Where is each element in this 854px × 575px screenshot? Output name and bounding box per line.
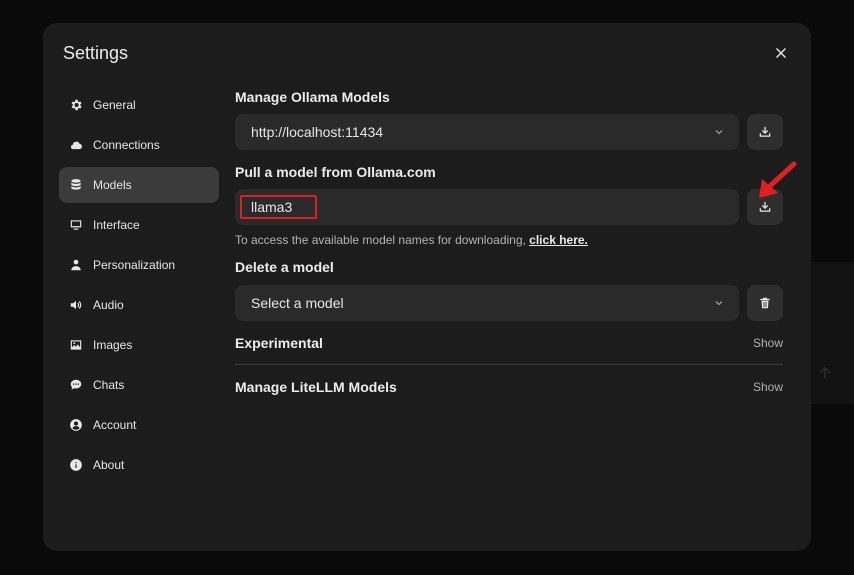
sidebar-item-interface[interactable]: Interface: [59, 207, 219, 243]
sidebar-item-label: General: [93, 98, 136, 112]
sidebar-item-general[interactable]: General: [59, 87, 219, 123]
modal-title: Settings: [63, 43, 129, 63]
pull-model-hint: To access the available model names for …: [235, 233, 783, 247]
info-icon: [69, 458, 83, 472]
pull-model-title: Pull a model from Ollama.com: [235, 164, 436, 180]
delete-model-placeholder: Select a model: [251, 295, 344, 311]
chevron-down-icon: [715, 130, 723, 135]
sidebar-item-label: Personalization: [93, 258, 176, 272]
delete-model-button[interactable]: [747, 285, 783, 321]
sidebar-item-images[interactable]: Images: [59, 327, 219, 363]
sidebar-item-label: Chats: [93, 378, 125, 392]
model-tag-input[interactable]: llama3: [235, 189, 739, 225]
update-models-button[interactable]: [747, 114, 783, 150]
sidebar-item-label: Images: [93, 338, 133, 352]
sidebar-item-label: Models: [93, 178, 132, 192]
trash-icon: [760, 297, 770, 309]
sidebar-item-personalization[interactable]: Personalization: [59, 247, 219, 283]
speaker-icon: [69, 298, 83, 312]
ollama-url-select[interactable]: http://localhost:11434: [235, 114, 739, 150]
sidebar-item-about[interactable]: About: [59, 447, 219, 483]
annotation-highlight-box: [240, 195, 317, 219]
sidebar-item-audio[interactable]: Audio: [59, 287, 219, 323]
section-divider: [235, 364, 783, 365]
experimental-row: Experimental Show: [235, 335, 783, 351]
settings-modal: Settings General Connections Models Inte…: [43, 23, 811, 551]
database-icon: [69, 178, 83, 192]
user-icon: [69, 258, 83, 272]
user-circle-icon: [69, 418, 83, 432]
experimental-title: Experimental: [235, 335, 323, 351]
sidebar-item-label: About: [93, 458, 125, 472]
ollama-url-value: http://localhost:11434: [251, 124, 384, 140]
monitor-icon: [69, 218, 83, 232]
hint-text: To access the available model names for …: [235, 233, 530, 247]
close-button[interactable]: [771, 43, 791, 63]
cloud-icon: [69, 138, 83, 152]
scroll-up-icon: [816, 364, 834, 382]
sidebar-item-label: Account: [93, 418, 137, 432]
gear-icon: [69, 98, 83, 112]
sidebar-item-account[interactable]: Account: [59, 407, 219, 443]
annotation-arrow-icon: [759, 161, 797, 198]
settings-sidebar: General Connections Models Interface Per…: [59, 87, 219, 487]
sidebar-item-label: Audio: [93, 298, 124, 312]
sidebar-item-models[interactable]: Models: [59, 167, 219, 203]
litellm-title: Manage LiteLLM Models: [235, 379, 397, 395]
download-tray-icon: [759, 126, 771, 137]
chevron-down-icon: [715, 301, 723, 306]
sidebar-item-connections[interactable]: Connections: [59, 127, 219, 163]
litellm-row: Manage LiteLLM Models Show: [235, 379, 783, 395]
manage-models-title: Manage Ollama Models: [235, 89, 390, 105]
delete-model-title: Delete a model: [235, 259, 334, 275]
close-icon: [776, 48, 786, 58]
experimental-show-button[interactable]: Show: [753, 336, 783, 350]
sidebar-item-label: Connections: [93, 138, 160, 152]
sidebar-item-label: Interface: [93, 218, 140, 232]
click-here-link[interactable]: click here.: [529, 233, 588, 247]
delete-model-select[interactable]: Select a model: [235, 285, 739, 321]
image-icon: [69, 338, 83, 352]
litellm-show-button[interactable]: Show: [753, 380, 783, 394]
sidebar-item-chats[interactable]: Chats: [59, 367, 219, 403]
models-settings-panel: Manage Ollama Models http://localhost:11…: [235, 89, 783, 395]
chat-bubble-icon: [69, 378, 83, 392]
